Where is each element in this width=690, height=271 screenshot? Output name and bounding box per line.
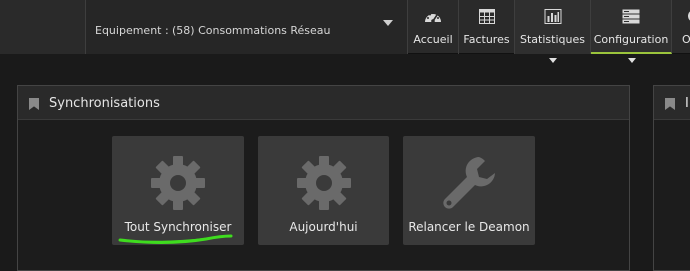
nav-configuration[interactable]: Configuration <box>591 0 672 54</box>
nav-factures-label: Factures <box>463 33 510 46</box>
nav-factures[interactable]: Factures <box>459 0 515 54</box>
relancer-deamon-label: Relancer le Deamon <box>408 220 530 234</box>
second-panel: I <box>653 85 690 271</box>
nav-statistiques-label: Statistiques <box>520 33 585 46</box>
caret-down-icon[interactable] <box>549 58 557 63</box>
aujourdhui-button[interactable]: Aujourd'hui <box>258 136 389 245</box>
table-icon <box>478 9 495 28</box>
aujourdhui-label: Aujourd'hui <box>289 220 358 234</box>
panel-header: I <box>654 86 690 120</box>
top-bar: Equipement : (58) Consommations Réseau A… <box>0 0 690 54</box>
equipment-value[interactable]: (58) Consommations Réseau <box>172 24 331 37</box>
panel-header: Synchronisations <box>18 86 629 120</box>
tout-synchroniser-button[interactable]: Tout Synchroniser <box>112 136 244 245</box>
highlight-underline <box>118 234 233 244</box>
nav-partial[interactable]: O <box>672 0 690 54</box>
panel-title: Synchronisations <box>49 96 160 111</box>
gear-icon <box>294 153 354 217</box>
nav-statistiques[interactable]: Statistiques <box>515 0 591 54</box>
server-icon <box>622 9 640 28</box>
dashboard-icon <box>424 9 442 29</box>
nav-accueil[interactable]: Accueil <box>408 0 459 54</box>
nav-accueil-label: Accueil <box>413 33 453 46</box>
bookmark-icon <box>29 98 39 110</box>
caret-down-icon[interactable] <box>628 58 636 63</box>
gear-icon <box>148 153 208 217</box>
nav-configuration-label: Configuration <box>593 33 669 46</box>
equipment-label: Equipement : <box>95 24 169 37</box>
equipment-selector[interactable]: Equipement : (58) Consommations Réseau <box>86 0 408 54</box>
partial-icon <box>685 9 690 28</box>
logo-area <box>0 0 86 54</box>
bookmark-icon <box>665 98 675 110</box>
wrench-icon <box>439 153 499 217</box>
relancer-deamon-button[interactable]: Relancer le Deamon <box>403 136 535 245</box>
panel-title: I <box>685 96 689 111</box>
chevron-down-icon[interactable] <box>383 20 393 26</box>
bar-chart-icon <box>544 9 561 28</box>
nav-partial-label: O <box>682 33 690 46</box>
